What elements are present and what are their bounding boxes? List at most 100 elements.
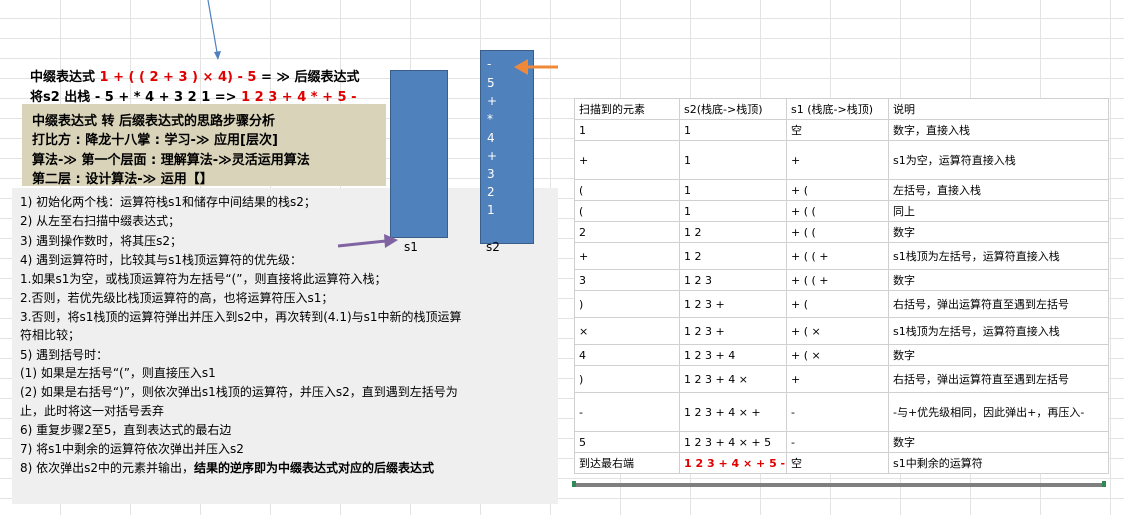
step-line: 7) 将s1中剩余的运算符依次弹出并压入s2 bbox=[20, 442, 244, 456]
cell-element[interactable]: 2 bbox=[574, 221, 680, 243]
cell-s1[interactable]: + bbox=[786, 140, 889, 180]
cell-note[interactable]: 数字 bbox=[888, 221, 1109, 243]
cell-s2[interactable]: 1 2 3 + bbox=[679, 317, 787, 345]
cell-note[interactable]: s1栈顶为左括号，运算符直接入栈 bbox=[888, 242, 1109, 270]
step-line: (1) 如果是左括号“(”，则直接压入s1 bbox=[20, 366, 216, 380]
cell-note[interactable]: 同上 bbox=[888, 200, 1109, 222]
cell-s2-result[interactable]: 1 2 3 + 4 × + 5 - bbox=[679, 452, 787, 474]
cell-element[interactable]: × bbox=[574, 317, 680, 345]
cell-s1[interactable]: + bbox=[786, 365, 889, 393]
cell-s2[interactable]: 1 2 3 + 4 × + bbox=[679, 392, 787, 432]
step-line: 3.否则，将s1栈顶的运算符弹出并压入到s2中，再次转到(4.1)与s1中新的栈… bbox=[20, 310, 462, 324]
table-header: 扫描到的元素 bbox=[574, 98, 680, 120]
cell-element[interactable]: 5 bbox=[574, 431, 680, 453]
cell-element[interactable]: + bbox=[574, 140, 680, 180]
cell-element[interactable]: + bbox=[574, 242, 680, 270]
cell-s1[interactable]: - bbox=[786, 431, 889, 453]
table-row-final: 到达最右端 1 2 3 + 4 × + 5 - 空 s1中剩余的运算符 bbox=[574, 452, 1109, 474]
cell-note[interactable]: s1为空，运算符直接入栈 bbox=[888, 140, 1109, 180]
s2-item: 1 bbox=[487, 203, 495, 217]
cell-s2[interactable]: 1 2 3 + 4 × + 5 bbox=[679, 431, 787, 453]
cell-note[interactable]: 数字 bbox=[888, 431, 1109, 453]
cell-s2[interactable]: 1 2 bbox=[679, 242, 787, 270]
times-symbol: × bbox=[202, 70, 214, 85]
cell-s1[interactable]: + ( ( + bbox=[786, 269, 889, 291]
s2-item: 2 bbox=[487, 185, 495, 199]
s2-pop-text: 将s2 出栈 - 5 + * 4 + 3 2 1 => bbox=[30, 90, 237, 105]
step-line-final: 8) 依次弹出s2中的元素并输出，结果的逆序即为中缀表达式对应的后缀表达式 bbox=[20, 460, 434, 476]
table-row: 1 1 空数字，直接入栈 bbox=[574, 119, 1109, 141]
infix-expression: 1 + ( ( 2 + 3 ) bbox=[99, 70, 198, 85]
cell-s2[interactable]: 1 2 bbox=[679, 221, 787, 243]
cell-s2[interactable]: 1 2 3 bbox=[679, 269, 787, 291]
cell-s1[interactable]: + ( ( bbox=[786, 221, 889, 243]
cell-note[interactable]: 左括号，直接入栈 bbox=[888, 179, 1109, 201]
cell-element[interactable]: - bbox=[574, 392, 680, 432]
cell-s1[interactable]: + ( × bbox=[786, 317, 889, 345]
analysis-box: 中缀表达式 转 后缀表达式的思路步骤分析 打比方 : 降龙十八掌 : 学习-≫ … bbox=[22, 104, 386, 187]
cell-s1[interactable]: - bbox=[786, 392, 889, 432]
cell-note[interactable]: -与+优先级相同，因此弹出+，再压入- bbox=[888, 392, 1109, 432]
cell-element[interactable]: ) bbox=[574, 290, 680, 318]
cell-s2[interactable]: 1 bbox=[679, 179, 787, 201]
cell-element[interactable]: 4 bbox=[574, 344, 680, 366]
postfix-result: 1 2 3 + 4 * + 5 - bbox=[241, 90, 357, 105]
table-row: × 1 2 3 + + ( × s1栈顶为左括号，运算符直接入栈 bbox=[574, 317, 1109, 345]
cell-note[interactable]: 数字 bbox=[888, 344, 1109, 366]
table-bottom-border bbox=[572, 481, 1106, 487]
stack-s2-label: s2 bbox=[486, 240, 500, 254]
s2-item: 3 bbox=[487, 167, 495, 181]
purple-arrow-icon bbox=[337, 234, 398, 248]
cell-element[interactable]: 1 bbox=[574, 119, 680, 141]
step-line: 2) 从左至右扫描中缀表达式； bbox=[20, 214, 181, 228]
connector-line bbox=[207, 0, 221, 60]
stack-s1-label: s1 bbox=[404, 240, 418, 254]
cell-s1[interactable]: + ( bbox=[786, 179, 889, 201]
table-row: ) 1 2 3 + + (右括号，弹出运算符直至遇到左括号 bbox=[574, 290, 1109, 318]
cell-note[interactable]: 数字，直接入栈 bbox=[888, 119, 1109, 141]
cell-note[interactable]: 右括号，弹出运算符直至遇到左括号 bbox=[888, 290, 1109, 318]
infix-expression-tail: 4) - 5 bbox=[217, 70, 257, 85]
cell-s1[interactable]: + ( ( + bbox=[786, 242, 889, 270]
step-line: 3) 遇到操作数时，将其压s2； bbox=[20, 234, 183, 248]
cell-note[interactable]: s1栈顶为左括号，运算符直接入栈 bbox=[888, 317, 1109, 345]
cell-s2[interactable]: 1 bbox=[679, 200, 787, 222]
table-header: 说明 bbox=[888, 98, 1109, 120]
s2-pop-line: 将s2 出栈 - 5 + * 4 + 3 2 1 => 1 2 3 + 4 * … bbox=[30, 86, 357, 105]
title-prefix: 中缀表达式 bbox=[30, 70, 96, 85]
cell-element[interactable]: 3 bbox=[574, 269, 680, 291]
cell-note[interactable]: 右括号，弹出运算符直至遇到左括号 bbox=[888, 365, 1109, 393]
selection-handle-icon bbox=[572, 481, 576, 487]
cell-note[interactable]: 数字 bbox=[888, 269, 1109, 291]
title-suffix: = ≫ 后缀表达式 bbox=[260, 70, 360, 85]
cell-s2[interactable]: 1 2 3 + bbox=[679, 290, 787, 318]
table-header-row: 扫描到的元素 s2(栈底->栈顶) s1 (栈底->栈顶) 说明 bbox=[574, 98, 1109, 120]
cell-element[interactable]: ( bbox=[574, 179, 680, 201]
cell-s1[interactable]: 空 bbox=[786, 452, 889, 474]
table-row: +1 + s1为空，运算符直接入栈 bbox=[574, 140, 1109, 180]
table-row: 21 2 + ( (数字 bbox=[574, 221, 1109, 243]
step-line: 1) 初始化两个栈：运算符栈s1和储存中间结果的栈s2； bbox=[20, 195, 316, 209]
cell-s1[interactable]: + ( ( bbox=[786, 200, 889, 222]
cell-s2[interactable]: 1 bbox=[679, 119, 787, 141]
cell-element[interactable]: ( bbox=[574, 200, 680, 222]
step-line: 止，此时将这一对括号丢弃 bbox=[20, 404, 165, 418]
s2-item: + bbox=[487, 94, 498, 108]
infix-to-postfix-title: 中缀表达式 1 + ( ( 2 + 3 ) × 4) - 5 = ≫ 后缀表达式 bbox=[30, 66, 360, 85]
table-row: (1 + (左括号，直接入栈 bbox=[574, 179, 1109, 201]
s2-item: - bbox=[487, 57, 492, 71]
table-row: 51 2 3 + 4 × + 5- 数字 bbox=[574, 431, 1109, 453]
cell-s2[interactable]: 1 2 3 + 4 bbox=[679, 344, 787, 366]
cell-s1[interactable]: 空 bbox=[786, 119, 889, 141]
s2-item: 4 bbox=[487, 131, 495, 145]
table-row: 41 2 3 + 4 + ( × 数字 bbox=[574, 344, 1109, 366]
cell-note[interactable]: s1中剩余的运算符 bbox=[888, 452, 1109, 474]
cell-s1[interactable]: + ( × bbox=[786, 344, 889, 366]
cell-element[interactable]: ) bbox=[574, 365, 680, 393]
cell-s1[interactable]: + ( bbox=[786, 290, 889, 318]
cell-element[interactable]: 到达最右端 bbox=[574, 452, 680, 474]
table-row: (1 + ( (同上 bbox=[574, 200, 1109, 222]
cell-s2[interactable]: 1 2 3 + 4 × bbox=[679, 365, 787, 393]
step-line: 6) 重复步骤2至5，直到表达式的最右边 bbox=[20, 423, 232, 437]
cell-s2[interactable]: 1 bbox=[679, 140, 787, 180]
